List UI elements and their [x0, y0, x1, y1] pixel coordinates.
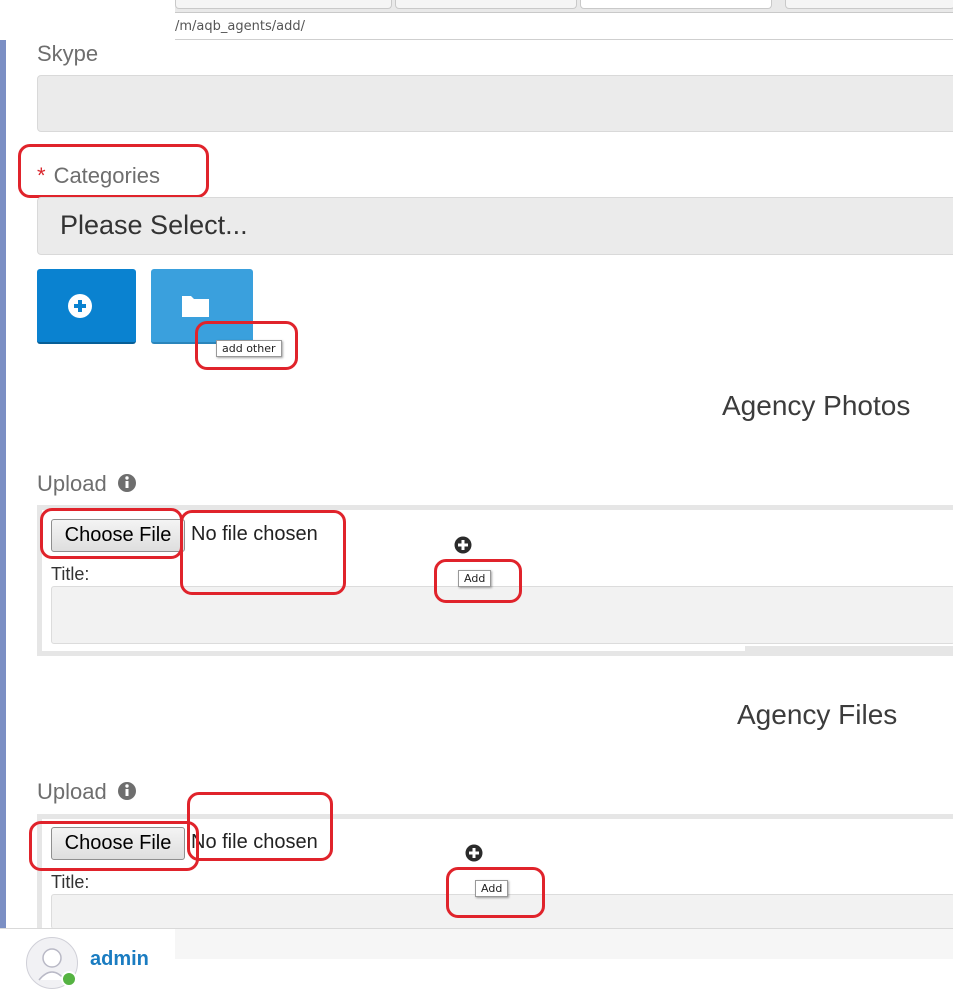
browser-tab[interactable] — [785, 0, 953, 9]
agency-files-title: Agency Files — [737, 699, 898, 730]
annotation-ring — [40, 508, 183, 559]
user-footer: admin — [0, 928, 953, 990]
address-bar[interactable]: /m/aqb_agents/add/ — [175, 13, 953, 40]
browser-tab-strip — [175, 0, 953, 13]
annotation-ring — [18, 144, 209, 198]
annotation-ring — [29, 821, 199, 871]
skype-label: Skype — [37, 41, 99, 66]
files-upload-label: Upload — [37, 779, 137, 805]
browser-tab-active[interactable] — [580, 0, 772, 9]
categories-select[interactable]: Please Select... — [37, 197, 953, 255]
browser-tab[interactable] — [175, 0, 392, 9]
plus-circle-icon — [68, 294, 92, 318]
annotation-ring — [195, 321, 298, 370]
agency-photos-title: Agency Photos — [722, 390, 911, 421]
footer-band — [175, 929, 953, 959]
annotation-ring — [180, 510, 346, 595]
address-bar-url: /m/aqb_agents/add/ — [175, 19, 305, 34]
online-status-icon — [61, 971, 77, 987]
username-link[interactable]: admin — [90, 948, 149, 971]
plus-circle-icon[interactable] — [465, 844, 483, 862]
annotation-ring — [446, 867, 545, 918]
files-title-label: Title: — [51, 872, 90, 892]
photos-upload-label: Upload — [37, 471, 137, 497]
add-category-button[interactable] — [37, 269, 136, 344]
files-upload-label-text: Upload — [37, 779, 107, 804]
left-rail — [0, 40, 6, 929]
categories-select-value: Please Select... — [60, 210, 248, 240]
info-icon[interactable] — [117, 473, 137, 493]
annotation-ring — [187, 792, 333, 861]
plus-circle-icon[interactable] — [454, 536, 472, 554]
annotation-ring — [434, 559, 522, 603]
photos-upload-label-text: Upload — [37, 471, 107, 496]
photos-title-label: Title: — [51, 564, 90, 584]
skype-input[interactable] — [37, 75, 953, 132]
info-icon[interactable] — [117, 781, 137, 801]
chrome-blank-area — [0, 0, 175, 44]
browser-tab[interactable] — [395, 0, 577, 9]
